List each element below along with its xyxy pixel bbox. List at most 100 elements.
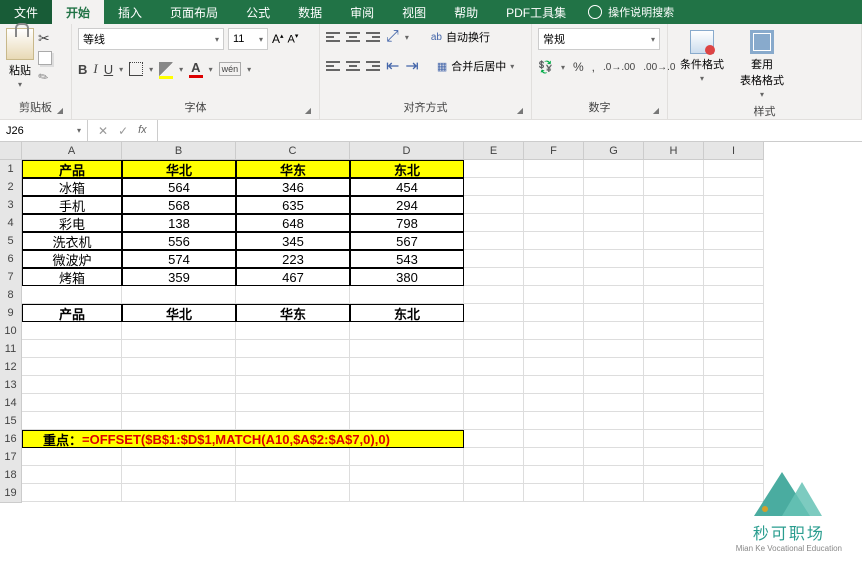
cell[interactable] xyxy=(704,304,764,322)
column-header[interactable]: F xyxy=(524,142,584,160)
cell[interactable] xyxy=(704,232,764,250)
row-header[interactable]: 12 xyxy=(0,358,22,377)
cell[interactable] xyxy=(524,322,584,340)
cell[interactable] xyxy=(236,322,350,340)
cell[interactable] xyxy=(644,232,704,250)
cell[interactable] xyxy=(122,286,236,304)
format-painter-button[interactable]: ✎ xyxy=(35,66,54,85)
cell[interactable]: 洗衣机 xyxy=(22,232,122,250)
cell[interactable] xyxy=(584,376,644,394)
number-format-select[interactable]: 常规▾ xyxy=(538,28,660,50)
cancel-icon[interactable]: ✕ xyxy=(98,124,108,138)
cell[interactable] xyxy=(644,430,704,448)
dialog-launcher-icon[interactable]: ◢ xyxy=(57,106,63,115)
tab-pdf[interactable]: PDF工具集 xyxy=(492,0,580,24)
cell[interactable]: 635 xyxy=(236,196,350,214)
cell[interactable] xyxy=(584,322,644,340)
cell[interactable] xyxy=(22,322,122,340)
row-header[interactable]: 2 xyxy=(0,178,22,197)
row-header[interactable]: 10 xyxy=(0,322,22,341)
cell[interactable]: 138 xyxy=(122,214,236,232)
cell[interactable] xyxy=(122,484,236,502)
name-box[interactable]: J26▾ xyxy=(0,120,88,141)
tab-insert[interactable]: 插入 xyxy=(104,0,156,24)
cell[interactable] xyxy=(122,358,236,376)
align-right-button[interactable] xyxy=(366,61,380,71)
cell[interactable]: 彩电 xyxy=(22,214,122,232)
cell[interactable] xyxy=(22,286,122,304)
cell[interactable] xyxy=(644,268,704,286)
cell[interactable] xyxy=(584,250,644,268)
cell[interactable] xyxy=(524,340,584,358)
select-all-button[interactable] xyxy=(0,142,22,160)
cell[interactable] xyxy=(704,250,764,268)
increase-indent-button[interactable]: ⇥ xyxy=(405,56,418,76)
increase-decimal-button[interactable]: .0→.00 xyxy=(603,62,635,73)
cell[interactable] xyxy=(22,340,122,358)
cell[interactable] xyxy=(704,196,764,214)
tab-file[interactable]: 文件 xyxy=(0,0,52,24)
cell[interactable] xyxy=(584,232,644,250)
cell[interactable] xyxy=(644,196,704,214)
cell[interactable] xyxy=(704,412,764,430)
cell[interactable] xyxy=(236,286,350,304)
cell[interactable] xyxy=(644,448,704,466)
cell[interactable] xyxy=(584,466,644,484)
cell[interactable] xyxy=(464,394,524,412)
cell[interactable] xyxy=(524,430,584,448)
cell[interactable] xyxy=(236,466,350,484)
cell[interactable] xyxy=(704,268,764,286)
cell[interactable] xyxy=(524,178,584,196)
cell[interactable] xyxy=(350,286,464,304)
cell[interactable] xyxy=(122,412,236,430)
cell[interactable]: 烤箱 xyxy=(22,268,122,286)
cell[interactable] xyxy=(236,484,350,502)
cell[interactable] xyxy=(524,394,584,412)
font-color-button[interactable]: A xyxy=(189,60,202,78)
paste-button[interactable]: 粘贴 ▾ xyxy=(6,28,34,89)
cell[interactable] xyxy=(350,448,464,466)
column-header[interactable]: C xyxy=(236,142,350,160)
format-as-table-button[interactable]: 套用 表格格式▾ xyxy=(734,28,790,101)
cell[interactable] xyxy=(236,340,350,358)
cell[interactable] xyxy=(350,466,464,484)
cell[interactable] xyxy=(644,322,704,340)
cell[interactable]: 556 xyxy=(122,232,236,250)
cell[interactable] xyxy=(350,322,464,340)
column-header[interactable]: A xyxy=(22,142,122,160)
cell[interactable] xyxy=(644,250,704,268)
cell[interactable] xyxy=(524,412,584,430)
cell[interactable] xyxy=(22,376,122,394)
row-header[interactable]: 9 xyxy=(0,304,22,323)
cell[interactable] xyxy=(584,448,644,466)
cell[interactable] xyxy=(704,160,764,178)
cell[interactable] xyxy=(524,484,584,502)
align-left-button[interactable] xyxy=(326,61,340,71)
cell[interactable] xyxy=(524,250,584,268)
font-size-select[interactable]: 11▾ xyxy=(228,28,268,50)
cell[interactable] xyxy=(464,340,524,358)
font-name-select[interactable]: 等线▾ xyxy=(78,28,224,50)
cut-button[interactable]: ✂ xyxy=(38,30,52,47)
cell[interactable] xyxy=(464,304,524,322)
cell[interactable]: 华北 xyxy=(122,160,236,178)
row-header[interactable]: 3 xyxy=(0,196,22,215)
row-header[interactable]: 1 xyxy=(0,160,22,179)
cell[interactable] xyxy=(704,214,764,232)
cell[interactable] xyxy=(644,358,704,376)
italic-button[interactable]: I xyxy=(93,61,97,77)
cell[interactable] xyxy=(236,448,350,466)
cell[interactable] xyxy=(584,412,644,430)
row-header[interactable]: 14 xyxy=(0,394,22,413)
cell[interactable]: 294 xyxy=(350,196,464,214)
cell[interactable]: 华东 xyxy=(236,160,350,178)
cell[interactable] xyxy=(22,358,122,376)
cell[interactable] xyxy=(350,412,464,430)
tell-me-search[interactable]: 操作说明搜索 xyxy=(588,4,674,20)
cell[interactable]: 345 xyxy=(236,232,350,250)
fx-icon[interactable]: fx xyxy=(138,124,147,138)
cell[interactable] xyxy=(584,484,644,502)
cell[interactable] xyxy=(644,178,704,196)
cell[interactable]: 564 xyxy=(122,178,236,196)
cell[interactable] xyxy=(524,448,584,466)
